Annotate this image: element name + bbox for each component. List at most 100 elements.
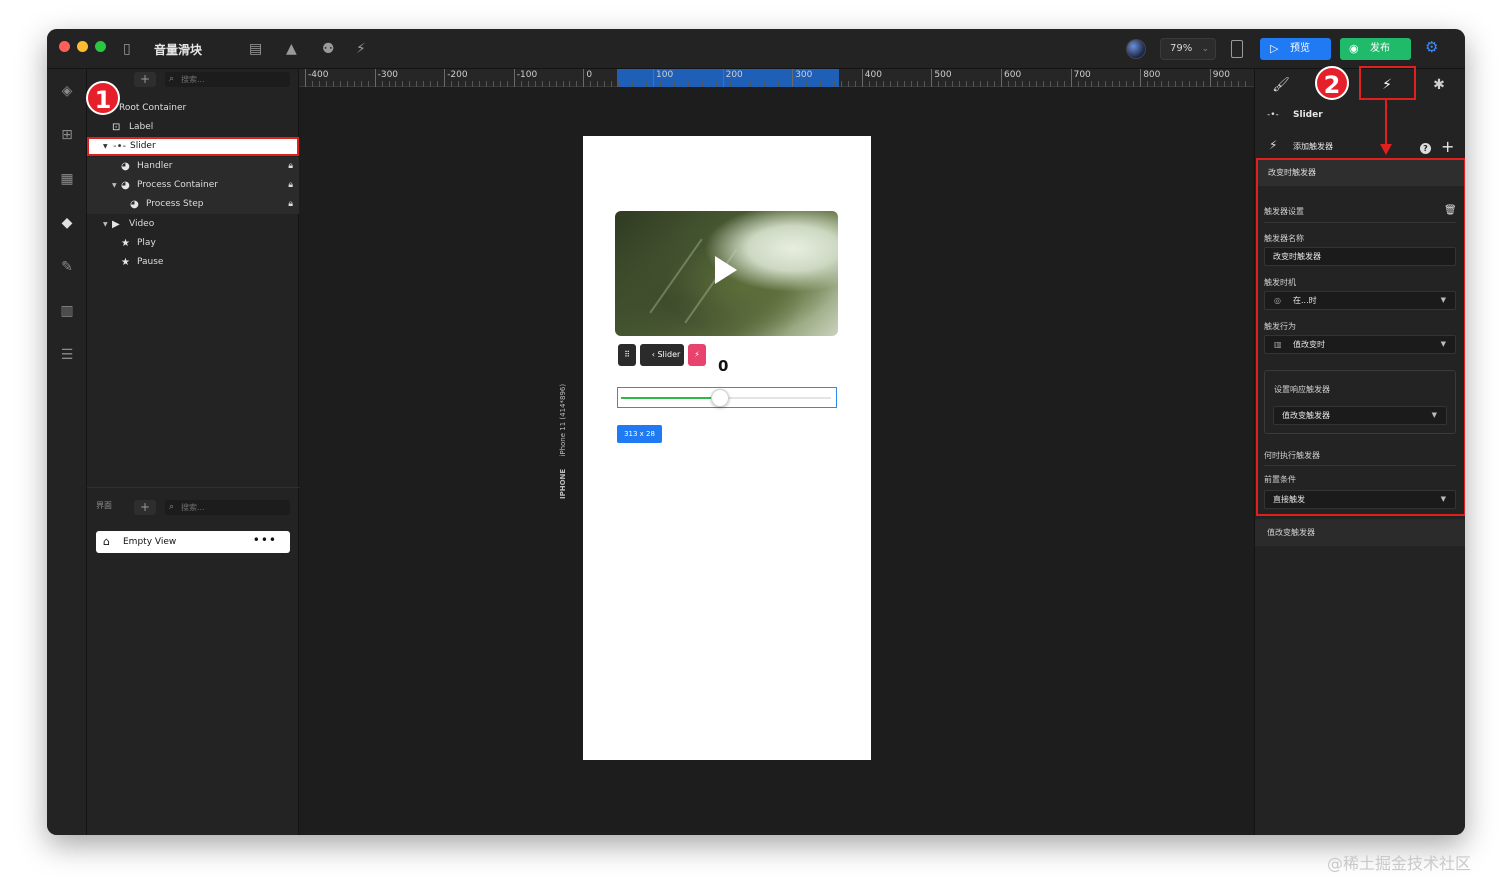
app-title: 音量滑块 (154, 43, 203, 57)
ruler-minor-tick (625, 81, 627, 87)
drag-handle-icon[interactable]: ⠿ (618, 344, 636, 366)
layer-process-step[interactable]: ◕ Process Step 🔒︎ (87, 195, 299, 214)
brush-icon[interactable]: 🖌︎ (1269, 74, 1293, 96)
page-item-empty-view[interactable]: ⌂ Empty View ••• (96, 531, 290, 553)
add-layer-button[interactable]: + (134, 72, 156, 87)
ruler-minor-tick (1133, 81, 1135, 87)
ruler-minor-tick (1188, 81, 1190, 87)
eye-icon: ◉ (1349, 42, 1359, 55)
ruler-minor-tick (743, 81, 745, 87)
trigger-list-item-value-change[interactable]: 值改变触发器 (1255, 519, 1465, 546)
layout-icon[interactable]: ▥ (55, 299, 79, 323)
trigger-header[interactable]: 改变时触发器 (1258, 160, 1464, 186)
trash-icon[interactable]: 🗑︎ (1444, 205, 1457, 216)
layer-label-item[interactable]: ⊡ Label (87, 118, 299, 137)
layer-label: Video (129, 219, 155, 229)
ruler-minor-tick (555, 81, 557, 87)
trigger-settings-label: 触发器设置 (1264, 207, 1304, 216)
trigger-action-select[interactable]: ▥ 值改变时 ▼ (1264, 335, 1456, 354)
sliders-settings-icon[interactable]: ⚙ (1425, 38, 1438, 56)
expand-arrow-icon[interactable]: ▼ (112, 176, 117, 195)
trigger-timing-label: 触发时机 (1264, 278, 1296, 287)
ruler-major-tick (583, 69, 585, 87)
select-parent-button[interactable]: ‹ Slider (640, 344, 684, 366)
device-size: iPhone 11 (414*896) (559, 383, 567, 457)
ruler-label: 700 (1073, 70, 1091, 80)
lock-icon[interactable]: 🔒︎ (288, 157, 293, 176)
precondition-select[interactable]: 直接触发 ▼ (1264, 490, 1456, 509)
layer-video[interactable]: ▼ ▶ Video (87, 215, 299, 234)
ruler-minor-tick (833, 81, 835, 87)
panel-divider[interactable] (87, 487, 299, 488)
triangle-icon[interactable]: ▲ (286, 39, 297, 59)
trigger-name-field[interactable]: 改变时触发器 (1264, 247, 1456, 266)
horizontal-ruler: -400 -300 -200 -100 0 100 200 300 400 500 600 700 80… (299, 69, 1254, 87)
ruler-minor-tick (952, 81, 954, 87)
sidebar-toggle-icon[interactable]: ▯ (123, 39, 131, 59)
layer-pause[interactable]: ★ Pause (87, 253, 299, 272)
ruler-minor-tick (847, 81, 849, 87)
ruler-minor-tick (1216, 81, 1218, 87)
video-thumbnail[interactable] (615, 211, 838, 336)
play-icon[interactable] (715, 256, 737, 284)
ruler-minor-tick (910, 81, 912, 87)
component-icon: ◕ (121, 180, 130, 191)
trigger-lightning-icon[interactable]: ⚡ (688, 344, 706, 366)
expand-arrow-icon[interactable]: ▼ (103, 139, 108, 154)
layer-play[interactable]: ★ Play (87, 234, 299, 253)
response-trigger-label: 设置响应触发器 (1274, 385, 1330, 394)
device-icon[interactable] (1231, 40, 1243, 58)
slider-fill (621, 397, 720, 399)
layer-search-input[interactable]: ⌕ 搜索... (165, 72, 290, 87)
document-icon[interactable]: ▤ (249, 39, 262, 59)
layer-label: Root Container (119, 103, 187, 113)
lock-icon[interactable]: 🔒︎ (288, 195, 293, 214)
layer-process-container[interactable]: ▼ ◕ Process Container 🔒︎ (87, 176, 299, 195)
layer-slider[interactable]: ▼ -•- Slider (87, 137, 299, 156)
response-trigger-select[interactable]: 值改变触发器 ▼ (1273, 406, 1447, 425)
add-trigger-plus-icon[interactable]: + (1441, 137, 1454, 156)
minimize-window-button[interactable] (77, 41, 88, 52)
ruler-minor-tick (708, 81, 710, 87)
zoom-window-button[interactable] (95, 41, 106, 52)
avatar[interactable] (1126, 39, 1146, 59)
ruler-minor-tick (332, 81, 334, 87)
chevron-down-icon: ▼ (1431, 411, 1437, 419)
add-page-button[interactable]: + (134, 500, 156, 515)
hierarchy-icon[interactable]: ⊞ (55, 123, 79, 147)
slider-handle[interactable] (710, 389, 729, 407)
dashboard-icon[interactable]: ▦ (55, 167, 79, 191)
cube-icon[interactable]: ◈ (55, 79, 79, 103)
trigger-timing-select[interactable]: ◎ 在...时 ▼ (1264, 291, 1456, 310)
ruler-minor-tick (451, 81, 453, 87)
lock-icon[interactable]: 🔒︎ (288, 176, 293, 195)
components-icon[interactable]: ⚉ (322, 39, 335, 59)
design-canvas[interactable]: -400 -300 -200 -100 0 100 200 300 400 500 600 700 80… (299, 69, 1254, 835)
publish-button[interactable]: ◉ 发布 (1340, 38, 1411, 60)
ruler-label: 900 (1212, 70, 1230, 80)
table-icon[interactable]: ☰ (55, 343, 79, 367)
phone-artboard[interactable]: ⠿ ‹ Slider ⚡ 0 313 x 28 (583, 136, 871, 760)
volume-slider[interactable] (617, 387, 837, 408)
chevron-down-icon: ⌄ (1201, 44, 1209, 54)
ruler-minor-tick (966, 81, 968, 87)
ruler-minor-tick (499, 81, 501, 87)
layers-icon[interactable]: ◆ (55, 211, 79, 235)
page-search-input[interactable]: ⌕ 搜索... (165, 500, 290, 515)
ruler-minor-tick (994, 81, 996, 87)
ruler-minor-tick (924, 81, 926, 87)
lightning-icon[interactable]: ⚡ (356, 39, 366, 59)
publish-label: 发布 (1370, 43, 1390, 54)
help-icon[interactable]: ? (1420, 143, 1431, 154)
ruler-minor-tick (882, 81, 884, 87)
zoom-select[interactable]: 79% ⌄ (1160, 38, 1216, 60)
preview-button[interactable]: ▷ 预览 (1260, 38, 1331, 60)
wrench-icon[interactable]: ✎ (55, 255, 79, 279)
layer-handler[interactable]: ◕ Handler 🔒︎ (87, 157, 299, 176)
bug-icon[interactable]: ✱ (1427, 74, 1451, 96)
layers-toolbar: + ⌕ 搜索... (87, 69, 299, 91)
ruler-minor-tick (639, 81, 641, 87)
more-icon[interactable]: ••• (253, 529, 277, 551)
expand-arrow-icon[interactable]: ▼ (103, 215, 108, 234)
close-window-button[interactable] (59, 41, 70, 52)
